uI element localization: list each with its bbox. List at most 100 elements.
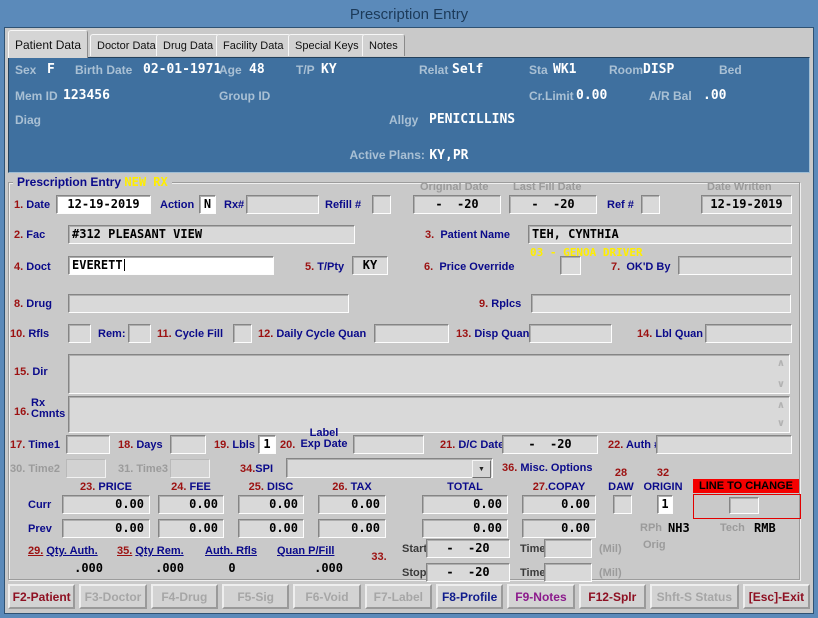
- days-field[interactable]: [170, 435, 206, 454]
- f8-profile-button[interactable]: F8-Profile: [435, 584, 504, 609]
- tab-doctor-data[interactable]: Doctor Data: [90, 34, 163, 56]
- tab-notes[interactable]: Notes: [362, 34, 405, 56]
- spi-dropdown[interactable]: ▼: [286, 458, 493, 478]
- f12-splr-button[interactable]: F12-Splr: [578, 584, 646, 609]
- chevron-down-icon[interactable]: ▼: [472, 460, 491, 478]
- scroll-down-icon[interactable]: ∨: [777, 418, 785, 429]
- rx-cmnts-number: 16.: [14, 406, 30, 418]
- qty-auth-value: .000: [74, 561, 103, 575]
- tab-special-keys[interactable]: Special Keys: [288, 34, 366, 56]
- rplcs-field[interactable]: [531, 294, 791, 313]
- curr-fee-field[interactable]: 0.00: [158, 495, 224, 514]
- qty-rem-value: .000: [155, 561, 184, 575]
- refill-field[interactable]: [372, 195, 391, 214]
- total-header: TOTAL: [447, 481, 483, 493]
- scroll-up-icon[interactable]: ∧: [777, 358, 785, 369]
- f2-patient-button[interactable]: F2-Patient: [8, 584, 76, 609]
- f5-sig-button: F5-Sig: [221, 584, 290, 609]
- rfls-label: 10. Rfls: [10, 328, 50, 340]
- drug-field[interactable]: [68, 294, 349, 313]
- stop-label: Stop: [402, 567, 427, 579]
- f6-void-button: F6-Void: [293, 584, 361, 609]
- room-label: Room: [609, 63, 643, 77]
- start-time-label: Time: [520, 543, 546, 555]
- daw-field[interactable]: [613, 495, 632, 514]
- dc-date-field[interactable]: - -20: [502, 435, 598, 454]
- original-date-field[interactable]: - -20: [413, 195, 501, 214]
- days-label: 18. Days: [118, 439, 163, 451]
- daily-cycle-quan-field[interactable]: [374, 324, 449, 343]
- rem-field[interactable]: [128, 324, 151, 343]
- lbls-label: 19. Lbls: [214, 439, 255, 451]
- auth-number-field[interactable]: [656, 435, 792, 454]
- doct-field[interactable]: EVERETT: [68, 256, 274, 275]
- okd-by-field[interactable]: [678, 256, 792, 275]
- origin-header: ORIGIN: [643, 481, 683, 493]
- start-time-field[interactable]: [544, 539, 592, 558]
- tab-drug-data[interactable]: Drug Data: [156, 34, 221, 56]
- tech-value: RMB: [754, 521, 776, 535]
- prev-fee-field: 0.00: [158, 519, 224, 538]
- action-field[interactable]: N: [199, 195, 216, 214]
- date-written-label: Date Written: [707, 181, 772, 193]
- scroll-up-icon[interactable]: ∧: [777, 400, 785, 411]
- allgy-value: PENICILLINS: [429, 112, 516, 127]
- rx-cmnts-textarea[interactable]: ∧ ∨: [68, 396, 790, 433]
- curr-price-field[interactable]: 0.00: [62, 495, 150, 514]
- f4-drug-button: F4-Drug: [150, 584, 218, 609]
- ref-number-field[interactable]: [641, 195, 660, 214]
- curr-copay-field[interactable]: 0.00: [522, 495, 596, 514]
- legend-title: Prescription Entry: [17, 175, 122, 189]
- price-override-field[interactable]: [560, 256, 581, 275]
- curr-disc-field[interactable]: 0.00: [238, 495, 304, 514]
- cycle-fill-label: 11. Cycle Fill: [157, 328, 224, 340]
- date-field[interactable]: 12-19-2019: [56, 195, 151, 214]
- qty-rem-label: 35. Qty Rem.: [117, 545, 184, 557]
- origin-field[interactable]: 1: [657, 495, 673, 514]
- tpty-field[interactable]: KY: [352, 256, 388, 275]
- time3-label: 31. Time3: [118, 463, 168, 475]
- disp-quan-field[interactable]: [529, 324, 612, 343]
- copay-header: 27.COPAY: [532, 481, 586, 493]
- tpty-label: 5. T/Pty: [305, 261, 345, 273]
- curr-total-field[interactable]: 0.00: [422, 495, 508, 514]
- rx-number-field[interactable]: [246, 195, 319, 214]
- time2-label: 30. Time2: [10, 463, 60, 475]
- diag-label: Diag: [15, 113, 42, 127]
- dir-textarea[interactable]: ∧ ∨: [68, 354, 790, 394]
- daw-number: 28: [614, 467, 628, 479]
- f9-notes-button[interactable]: F9-Notes: [507, 584, 575, 609]
- date-written-field[interactable]: 12-19-2019: [701, 195, 792, 214]
- cycle-fill-field[interactable]: [233, 324, 252, 343]
- cr-limit-label: Cr.Limit: [529, 89, 574, 103]
- stop-time-label: Time: [520, 567, 546, 579]
- original-date-label: Original Date: [420, 181, 489, 193]
- time1-label: 17. Time1: [10, 439, 60, 451]
- label-exp-date-field[interactable]: [353, 435, 424, 454]
- start-time-unit: (Mil): [599, 543, 622, 555]
- patient-name-field[interactable]: TEH, CYNTHIA: [528, 225, 792, 244]
- start-date-field[interactable]: - -20: [426, 539, 510, 558]
- rfls-field[interactable]: [68, 324, 91, 343]
- age-label: Age: [219, 63, 242, 77]
- prev-row-label: Prev: [28, 523, 52, 535]
- line-to-change-field[interactable]: [729, 497, 759, 514]
- lbls-field[interactable]: 1: [258, 435, 276, 454]
- last-fill-date-field[interactable]: - -20: [509, 195, 597, 214]
- relat-value: Self: [452, 62, 484, 77]
- prev-total-field: 0.00: [422, 519, 508, 538]
- fac-label: 2. Fac: [14, 229, 46, 241]
- time1-field[interactable]: [66, 435, 110, 454]
- lbl-quan-field[interactable]: [705, 324, 792, 343]
- tab-facility-data[interactable]: Facility Data: [216, 34, 291, 56]
- fac-field[interactable]: #312 PLEASANT VIEW: [68, 225, 355, 244]
- curr-tax-field[interactable]: 0.00: [318, 495, 386, 514]
- tab-patient-data[interactable]: Patient Data: [8, 30, 89, 58]
- esc-exit-button[interactable]: [Esc]-Exit: [742, 584, 811, 609]
- scroll-down-icon[interactable]: ∨: [777, 379, 785, 390]
- stop-date-field[interactable]: - -20: [426, 563, 510, 582]
- okd-by-label: 7. OK'D By: [611, 261, 671, 273]
- text-cursor: [123, 259, 125, 271]
- stop-time-field[interactable]: [544, 563, 592, 582]
- quan-pfill-value: .000: [314, 561, 343, 575]
